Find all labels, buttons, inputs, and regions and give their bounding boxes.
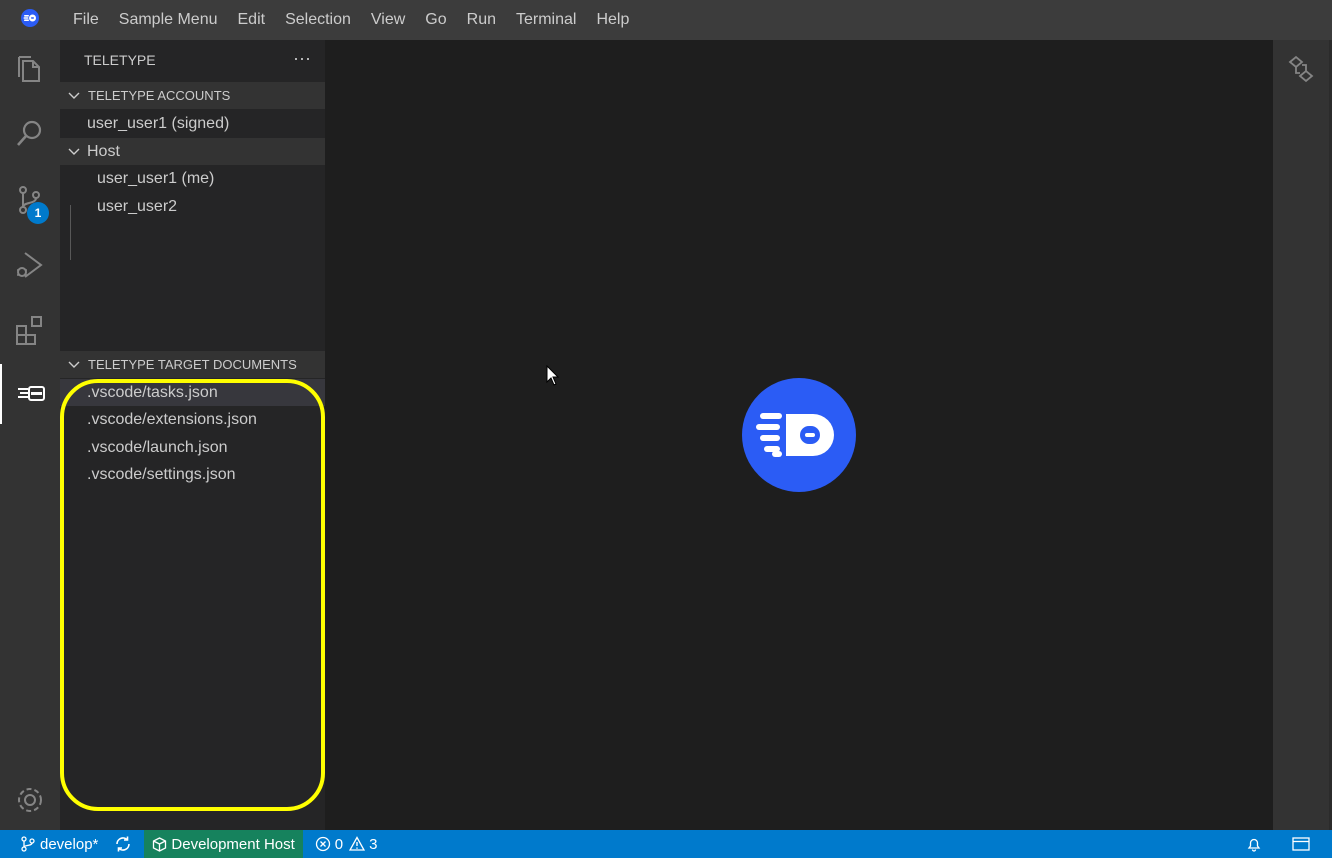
group-host-label: Host bbox=[87, 142, 120, 160]
menu-run[interactable]: Run bbox=[457, 0, 506, 40]
document-label: .vscode/launch.json bbox=[87, 438, 228, 456]
error-icon bbox=[315, 836, 330, 852]
gear-icon bbox=[18, 788, 42, 812]
package-icon bbox=[153, 836, 167, 852]
sidebar-teletype: TELETYPE ··· TELETYPE ACCOUNTS user_user… bbox=[60, 40, 325, 830]
group-host[interactable]: Host bbox=[60, 138, 325, 165]
document-item[interactable]: .vscode/launch.json bbox=[60, 434, 325, 461]
bell-icon bbox=[1247, 838, 1261, 852]
panel-layout-icon bbox=[1292, 837, 1310, 851]
layout-button[interactable] bbox=[1284, 830, 1332, 858]
chevron-down-icon bbox=[68, 361, 80, 368]
sync-icon bbox=[116, 836, 131, 852]
notifications-button[interactable] bbox=[1228, 830, 1284, 858]
vscode-window: File Sample Menu Edit Selection View Go … bbox=[0, 0, 1332, 858]
git-branch-icon bbox=[21, 836, 35, 852]
warning-count: 3 bbox=[369, 835, 378, 853]
menu-help[interactable]: Help bbox=[586, 0, 639, 40]
run-debug-icon bbox=[17, 252, 43, 278]
sync-button[interactable] bbox=[106, 830, 144, 858]
document-label: .vscode/settings.json bbox=[87, 465, 236, 483]
problems-indicator[interactable]: 0 3 bbox=[303, 830, 386, 858]
extensions-button[interactable] bbox=[0, 300, 60, 360]
host-label: Development Host bbox=[171, 835, 295, 853]
settings-button[interactable] bbox=[0, 770, 60, 830]
host-user-item[interactable]: user_user1 (me) bbox=[60, 165, 325, 192]
sidebar-title: TELETYPE bbox=[84, 52, 156, 68]
mouse-cursor-icon bbox=[546, 365, 560, 386]
extensions-icon bbox=[16, 316, 42, 345]
teletype-button[interactable] bbox=[0, 364, 60, 424]
menu-edit[interactable]: Edit bbox=[228, 0, 276, 40]
app-logo-icon bbox=[0, 0, 60, 38]
source-control-button[interactable]: 1 bbox=[0, 170, 60, 230]
secondary-sidebar bbox=[1273, 40, 1332, 830]
account-item[interactable]: user_user1 (signed) bbox=[60, 110, 325, 137]
host-user-label: user_user2 bbox=[97, 197, 178, 215]
chevron-down-icon bbox=[68, 148, 80, 155]
account-label: user_user1 (signed) bbox=[87, 114, 230, 132]
document-item[interactable]: .vscode/tasks.json bbox=[60, 379, 325, 406]
branch-indicator[interactable]: develop* bbox=[0, 830, 106, 858]
teletype-icon bbox=[18, 386, 45, 401]
branch-label: develop* bbox=[40, 835, 99, 853]
menu-go[interactable]: Go bbox=[415, 0, 456, 40]
host-user-item[interactable]: user_user2 bbox=[60, 193, 325, 220]
more-actions-icon[interactable]: ··· bbox=[290, 48, 314, 72]
document-label: .vscode/tasks.json bbox=[87, 383, 218, 401]
teletype-logo-icon bbox=[742, 378, 856, 492]
sidebar-header: TELETYPE ··· bbox=[60, 40, 325, 80]
error-count: 0 bbox=[334, 835, 344, 853]
menu-sample[interactable]: Sample Menu bbox=[109, 0, 228, 40]
chevron-down-icon bbox=[68, 92, 80, 99]
section-teletype-accounts[interactable]: TELETYPE ACCOUNTS bbox=[60, 82, 325, 109]
editor-area[interactable] bbox=[325, 40, 1273, 830]
explorer-icon bbox=[18, 56, 40, 82]
run-debug-button[interactable] bbox=[0, 235, 60, 295]
remote-explorer-icon[interactable] bbox=[1286, 54, 1316, 84]
section-teletype-target-documents[interactable]: TELETYPE TARGET DOCUMENTS bbox=[60, 351, 325, 378]
host-user-label: user_user1 (me) bbox=[97, 169, 215, 187]
explorer-button[interactable] bbox=[0, 40, 60, 100]
menu-selection[interactable]: Selection bbox=[275, 0, 361, 40]
document-item[interactable]: .vscode/settings.json bbox=[60, 461, 325, 488]
search-button[interactable] bbox=[0, 104, 60, 164]
scm-count-badge: 1 bbox=[27, 202, 49, 224]
section-label: TELETYPE ACCOUNTS bbox=[88, 88, 231, 103]
activity-bar: 1 bbox=[0, 40, 60, 830]
warning-icon bbox=[349, 836, 366, 851]
search-icon bbox=[17, 120, 42, 146]
document-label: .vscode/extensions.json bbox=[87, 410, 257, 428]
document-item[interactable]: .vscode/extensions.json bbox=[60, 406, 325, 433]
menu-view[interactable]: View bbox=[361, 0, 415, 40]
status-bar-right bbox=[1228, 830, 1332, 858]
menu-terminal[interactable]: Terminal bbox=[506, 0, 586, 40]
menu-bar: File Sample Menu Edit Selection View Go … bbox=[60, 0, 639, 40]
menu-file[interactable]: File bbox=[60, 0, 109, 40]
status-bar: develop* Development Host 0 3 bbox=[0, 830, 1332, 858]
development-host-indicator[interactable]: Development Host bbox=[144, 830, 303, 858]
section-label: TELETYPE TARGET DOCUMENTS bbox=[88, 357, 297, 372]
title-bar: File Sample Menu Edit Selection View Go … bbox=[0, 0, 1332, 40]
